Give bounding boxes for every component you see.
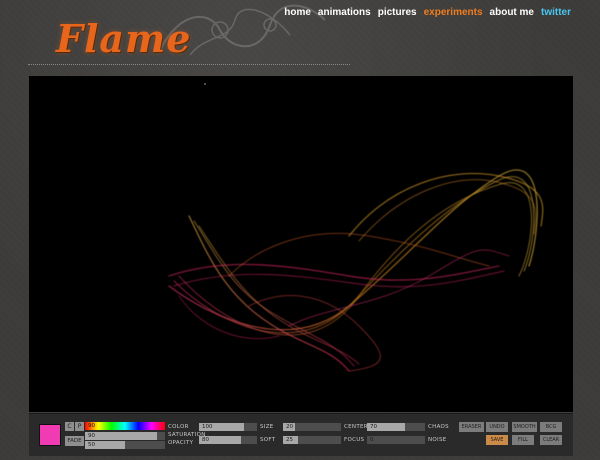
saturation-fill — [85, 432, 157, 440]
flame-artwork — [168, 83, 544, 372]
opacity-value: 50 — [88, 442, 95, 448]
color-hue-slider[interactable]: 90 — [85, 422, 165, 430]
nav-home[interactable]: home — [284, 7, 311, 18]
opacity-label: OPACITY — [168, 440, 194, 446]
chaos-value: 70 — [370, 424, 377, 430]
fill-button[interactable]: FILL — [512, 435, 534, 445]
clear-button[interactable]: CLEAR — [540, 435, 562, 445]
noise-slider[interactable]: 0 — [367, 436, 425, 444]
eraser-button[interactable]: ERASER — [459, 422, 484, 432]
copy-color-button[interactable]: C — [65, 422, 74, 431]
nav-about-me[interactable]: about me — [490, 7, 534, 18]
undo-button[interactable]: UNDO — [486, 422, 508, 432]
soft-label: SOFT — [260, 437, 276, 443]
noise-value: 0 — [370, 437, 374, 443]
size-label: SIZE — [260, 424, 274, 430]
nav-animations[interactable]: animations — [318, 7, 371, 18]
soft-slider[interactable]: 80 — [199, 436, 257, 444]
saturation-value: 90 — [88, 433, 95, 439]
nav-pictures[interactable]: pictures — [378, 7, 417, 18]
save-button[interactable]: SAVE — [486, 435, 508, 445]
nav-twitter[interactable]: twitter — [541, 7, 571, 18]
background-button[interactable]: BCG — [540, 422, 562, 432]
focus-slider[interactable]: 25 — [283, 436, 341, 444]
site-header: Flame home animations pictures experimen… — [0, 0, 600, 70]
soft-value: 80 — [202, 437, 209, 443]
nav-experiments[interactable]: experiments — [424, 7, 483, 18]
saturation-slider[interactable]: 90 — [85, 432, 165, 440]
center-slider[interactable]: 20 — [283, 423, 341, 431]
focus-value: 25 — [286, 437, 293, 443]
smooth-button[interactable]: SMOOTH — [512, 422, 537, 432]
size-slider[interactable]: 100 — [199, 423, 257, 431]
center-label: CENTER — [344, 424, 368, 430]
header-divider — [28, 64, 350, 65]
chaos-slider[interactable]: 70 — [367, 423, 425, 431]
center-value: 20 — [286, 424, 293, 430]
main-nav: home animations pictures experiments abo… — [284, 7, 571, 18]
chaos-label: CHAOS — [428, 424, 449, 430]
color-swatch[interactable] — [39, 424, 61, 446]
brush-control-panel: C P FADE 90 90 50 COLOR SATURATION OPACI… — [29, 413, 573, 456]
fade-button[interactable]: FADE — [65, 436, 84, 446]
focus-label: FOCUS — [344, 437, 365, 443]
color-label: COLOR — [168, 424, 189, 430]
drawing-canvas[interactable] — [29, 76, 573, 412]
noise-label: NOISE — [428, 437, 447, 443]
site-logo[interactable]: Flame — [56, 16, 191, 61]
color-value: 90 — [88, 423, 95, 429]
opacity-slider[interactable]: 50 — [85, 441, 165, 449]
paste-color-button[interactable]: P — [75, 422, 84, 431]
size-value: 100 — [202, 424, 213, 430]
